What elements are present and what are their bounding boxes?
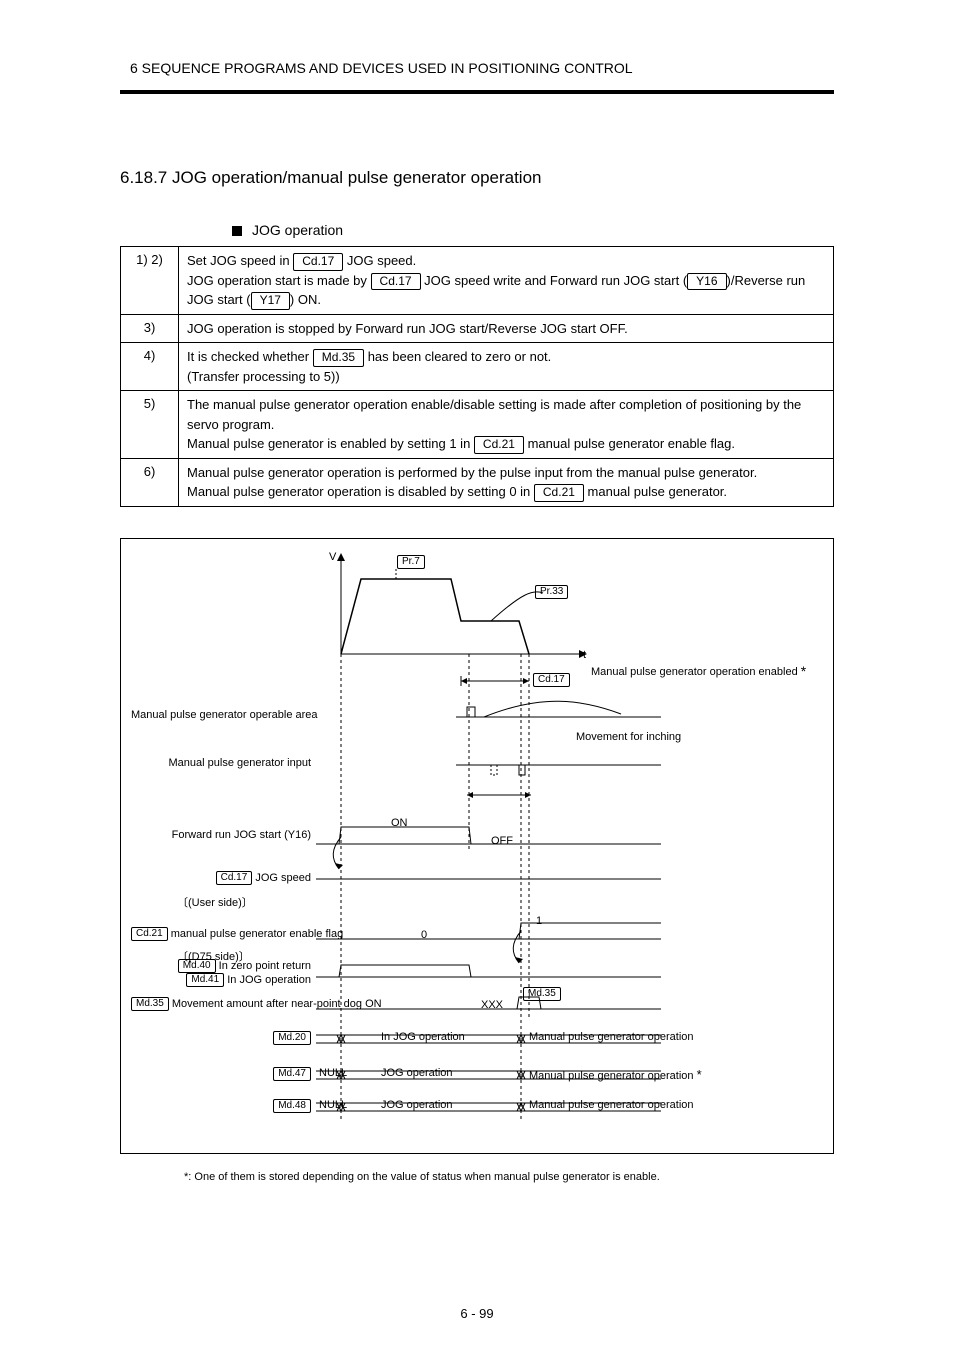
off-label-1: OFF bbox=[491, 835, 513, 848]
one-label: 1 bbox=[536, 915, 542, 928]
row-md48-label: Md.48 bbox=[131, 1099, 311, 1113]
md20-man: Manual pulse generator operation bbox=[529, 1031, 694, 1044]
step-cell: 5) bbox=[121, 391, 179, 458]
desc-cell: JOG operation is stopped by Forward run … bbox=[179, 315, 833, 343]
manual-enabled-note: Manual pulse generator operation enabled… bbox=[591, 663, 806, 680]
row-md40-label: Md.40 In zero point return Md.41 In JOG … bbox=[131, 959, 311, 987]
t-axis-label: t bbox=[583, 649, 586, 662]
md35-xxx: XXX bbox=[481, 999, 503, 1012]
pr33-box: Pr.33 bbox=[535, 585, 568, 599]
key-box: Cd.17 bbox=[371, 273, 421, 291]
md48-jog: JOG operation bbox=[381, 1099, 453, 1112]
subtitle: JOG operation bbox=[252, 222, 343, 238]
cd17-dim: Cd.17 bbox=[533, 673, 570, 687]
table-row: 1) 2)Set JOG speed in Cd.17 JOG speed.JO… bbox=[121, 247, 833, 314]
row-md20-label: Md.20 bbox=[131, 1031, 311, 1045]
table-row: 4)It is checked whether Md.35 has been c… bbox=[121, 342, 833, 390]
key-box: Y17 bbox=[251, 292, 290, 310]
row-md47-label: Md.47 bbox=[131, 1067, 311, 1081]
key-box: Cd.21 bbox=[534, 484, 584, 502]
on-label-1: ON bbox=[391, 817, 408, 830]
desc-cell: Manual pulse generator operation is perf… bbox=[179, 459, 833, 506]
header-text: 6 SEQUENCE PROGRAMS AND DEVICES USED IN … bbox=[130, 60, 633, 76]
timing-diagram: V t Pr.7 Pr.33 Cd.17 Manual pulse genera… bbox=[120, 538, 834, 1154]
movement-inching-label: Movement for inching bbox=[576, 731, 681, 744]
v-axis-label: V bbox=[329, 551, 336, 564]
md35-box: Md.35 bbox=[523, 987, 561, 1001]
step-cell: 6) bbox=[121, 459, 179, 506]
key-box: Cd.21 bbox=[474, 436, 524, 454]
zero-label: 0 bbox=[421, 929, 427, 942]
section-title: 6.18.7 JOG operation/manual pulse genera… bbox=[120, 168, 542, 188]
bullet-icon bbox=[232, 226, 242, 236]
trace-manpulse-area: Manual pulse generator operable area bbox=[131, 709, 311, 722]
row-md35-label: Md.35 Movement amount after near-point d… bbox=[131, 997, 311, 1011]
pr7-box: Pr.7 bbox=[397, 555, 425, 569]
key-box: Cd.17 bbox=[293, 253, 343, 271]
key-box: Y16 bbox=[687, 273, 726, 291]
desc-cell: Set JOG speed in Cd.17 JOG speed.JOG ope… bbox=[179, 247, 833, 314]
desc-cell: It is checked whether Md.35 has been cle… bbox=[179, 343, 833, 390]
diagram-svg bbox=[121, 539, 833, 1153]
row-cd17-label: Cd.17 JOG speed bbox=[131, 871, 311, 885]
step-cell: 3) bbox=[121, 315, 179, 343]
step-cell: 4) bbox=[121, 343, 179, 390]
md20-jog: In JOG operation bbox=[381, 1031, 465, 1044]
table-row: 3)JOG operation is stopped by Forward ru… bbox=[121, 314, 833, 343]
table-row: 5)The manual pulse generator operation e… bbox=[121, 390, 833, 458]
trace-manpulse-input: Manual pulse generator input bbox=[131, 757, 311, 770]
diagram-footnote: *: One of them is stored depending on th… bbox=[184, 1170, 824, 1185]
table-row: 6)Manual pulse generator operation is pe… bbox=[121, 458, 833, 506]
steps-table: 1) 2)Set JOG speed in Cd.17 JOG speed.JO… bbox=[120, 246, 834, 507]
desc-cell: The manual pulse generator operation ena… bbox=[179, 391, 833, 458]
page-number: 6 - 99 bbox=[0, 1306, 954, 1321]
md47-null: NULL bbox=[319, 1067, 347, 1080]
trace-jog-start: Forward run JOG start (Y16) bbox=[131, 829, 311, 842]
key-box: Md.35 bbox=[313, 349, 364, 367]
step-cell: 1) 2) bbox=[121, 247, 179, 314]
row-cd21-label: Cd.21 manual pulse generator enable flag bbox=[131, 927, 311, 941]
user-side-label: 〔(User side)〕 bbox=[177, 897, 253, 910]
md48-null: NULL bbox=[319, 1099, 347, 1112]
md47-jog: JOG operation bbox=[381, 1067, 453, 1080]
header-rule bbox=[120, 90, 834, 94]
md48-man: Manual pulse generator operation bbox=[529, 1099, 694, 1112]
md47-man: Manual pulse generator operation * bbox=[529, 1067, 702, 1083]
